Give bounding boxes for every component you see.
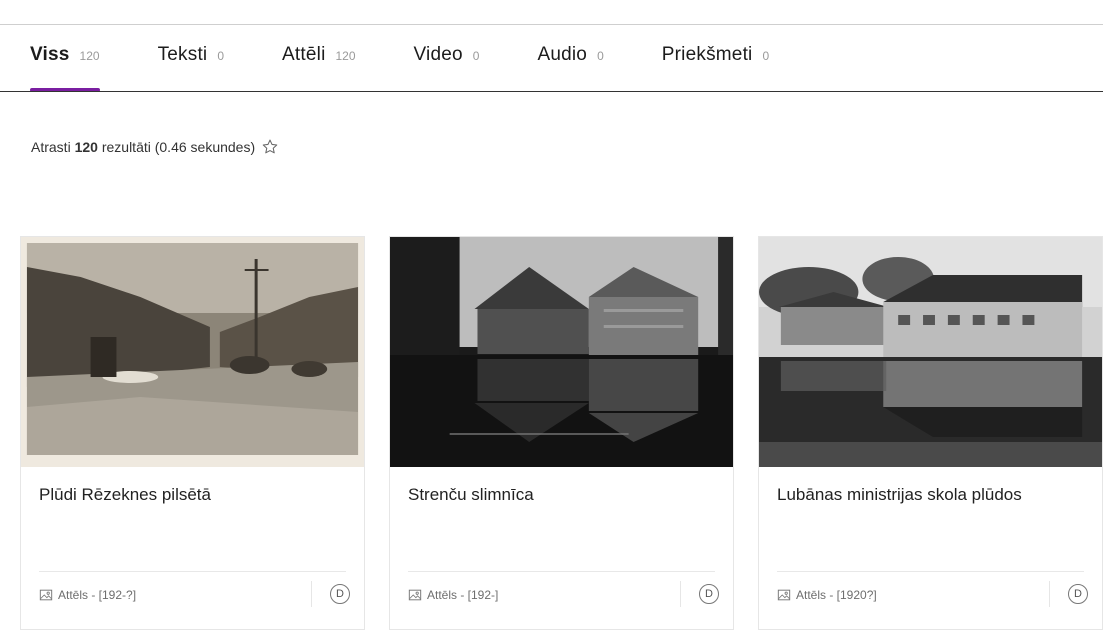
tab-video[interactable]: Video 0 [414,44,480,92]
card-meta: Attēls - [192-?] [39,588,136,602]
result-card[interactable]: Lubānas ministrijas skola plūdos Attēls … [758,236,1103,630]
category-tabs: Viss 120 Teksti 0 Attēli 120 Video 0 Aud… [30,44,827,92]
result-card[interactable]: Plūdi Rēzeknes pilsētā Attēls - [192-?] … [20,236,365,630]
card-meta-text: Attēls - [1920?] [796,588,877,602]
tab-audio[interactable]: Audio 0 [537,44,603,92]
rights-badge[interactable]: D [699,584,719,604]
tab-count: 120 [335,49,356,63]
card-meta: Attēls - [1920?] [777,588,877,602]
results-count: 120 [74,139,98,155]
card-meta-text: Attēls - [192-?] [58,588,137,602]
search-results-page: Viss 120 Teksti 0 Attēli 120 Video 0 Aud… [0,0,1103,634]
tab-count: 0 [762,49,770,63]
card-separator [311,581,312,607]
result-card[interactable]: Strenču slimnīca Attēls - [192-] D [389,236,734,630]
card-title[interactable]: Plūdi Rēzeknes pilsētā [39,485,211,505]
tab-label: Teksti [157,44,208,65]
tab-count: 0 [472,49,480,63]
card-divider [777,571,1084,572]
tab-label: Priekšmeti [661,44,753,65]
tab-count: 0 [597,49,604,63]
tab-prieksmeti[interactable]: Priekšmeti 0 [662,44,769,92]
tab-viss[interactable]: Viss 120 [30,44,100,92]
card-photo[interactable] [390,237,733,467]
tab-atteli[interactable]: Attēli 120 [282,44,355,92]
tabs-divider [0,91,1103,92]
results-summary: Atrasti 120 rezultāti (0.46 sekundes) [31,138,279,156]
rights-badge[interactable]: D [1068,584,1088,604]
card-separator [680,581,681,607]
card-divider [39,571,346,572]
tab-label: Viss [30,44,70,65]
card-title[interactable]: Strenču slimnīca [408,485,534,505]
tab-label: Audio [537,44,588,65]
star-icon[interactable] [261,138,279,156]
tab-label: Video [413,44,463,65]
top-divider [0,24,1103,25]
results-prefix: Atrasti [31,139,71,155]
card-meta: Attēls - [192-] [408,588,498,602]
tab-count: 120 [79,49,100,63]
tab-count: 0 [217,49,225,63]
card-title[interactable]: Lubānas ministrijas skola plūdos [777,485,1022,505]
results-grid: Plūdi Rēzeknes pilsētā Attēls - [192-?] … [20,236,1103,634]
image-icon [777,589,791,601]
image-icon [39,589,53,601]
results-suffix: rezultāti (0.46 sekundes) [101,139,256,155]
card-separator [1049,581,1050,607]
rights-badge[interactable]: D [330,584,350,604]
card-divider [408,571,715,572]
image-icon [408,589,422,601]
card-photo[interactable] [21,237,364,467]
card-meta-text: Attēls - [192-] [427,588,499,602]
tab-teksti[interactable]: Teksti 0 [158,44,224,92]
tab-label: Attēli [282,44,326,65]
card-photo[interactable] [759,237,1102,467]
